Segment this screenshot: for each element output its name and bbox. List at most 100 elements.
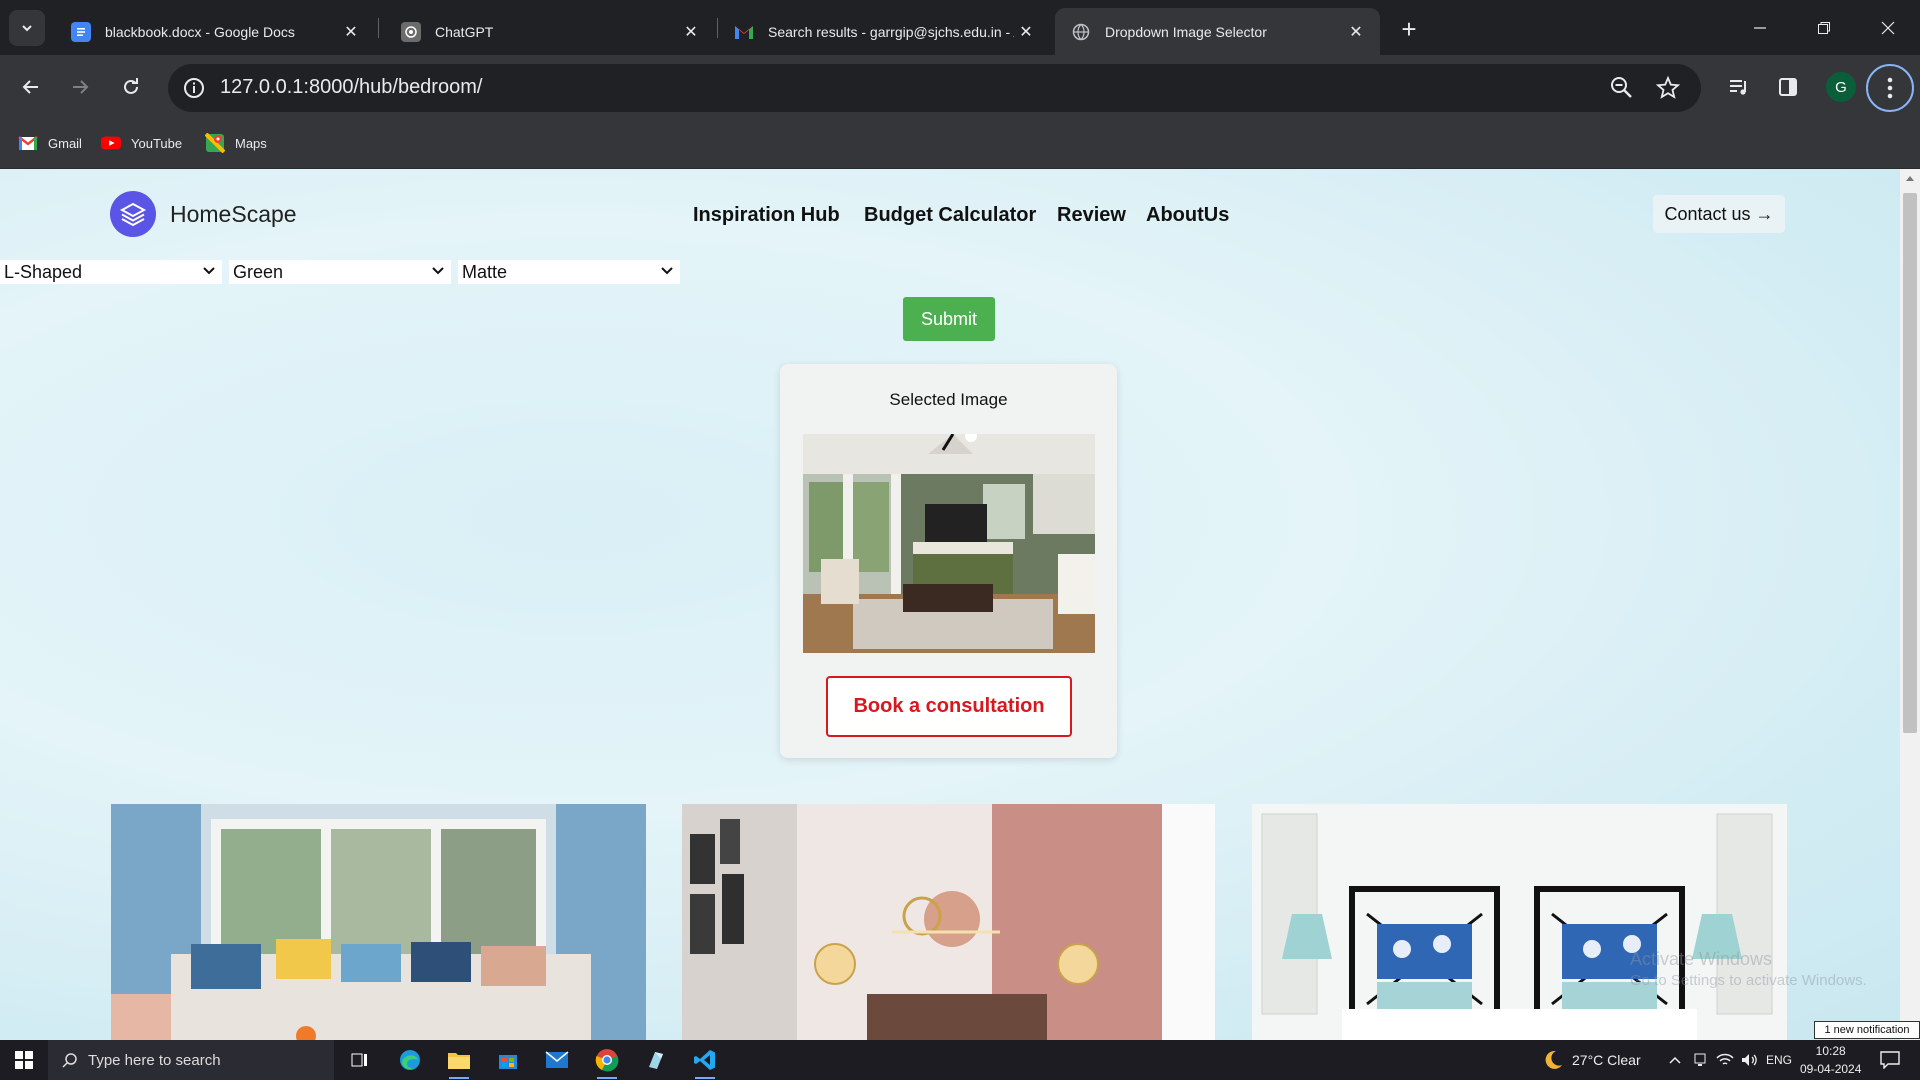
tab-google-docs[interactable]: blackbook.docx - Google Docs ✕	[55, 8, 375, 55]
gallery-image-pink-bedroom[interactable]	[682, 804, 1215, 1040]
close-window-button[interactable]	[1868, 10, 1908, 46]
tab-dropdown-image-selector[interactable]: Dropdown Image Selector ✕	[1055, 8, 1380, 55]
speaker-icon	[1742, 1054, 1757, 1066]
shape-select[interactable]: L-Shaped	[0, 260, 222, 284]
tray-network[interactable]	[1716, 1040, 1734, 1080]
close-icon[interactable]: ✕	[679, 20, 703, 44]
weather-text: 27°C Clear	[1572, 1052, 1641, 1068]
bookmarks-bar: Gmail YouTube Maps	[0, 121, 1920, 169]
taskbar-mail[interactable]	[537, 1044, 577, 1076]
media-control-button[interactable]	[1722, 70, 1756, 104]
nav-about-us[interactable]: AboutUs	[1146, 204, 1229, 227]
windows-taskbar: Type here to search 27°C Clear ENG 10:28…	[0, 1040, 1920, 1080]
google-docs-icon	[71, 21, 91, 42]
tab-strip: blackbook.docx - Google Docs ✕ ChatGPT ✕…	[0, 0, 1920, 55]
tab-chatgpt[interactable]: ChatGPT ✕	[385, 8, 715, 55]
close-icon[interactable]: ✕	[1014, 20, 1038, 44]
contact-us-button[interactable]: Contact us →	[1653, 195, 1785, 233]
search-icon	[62, 1053, 77, 1068]
store-icon	[499, 1055, 517, 1069]
taskbar-store[interactable]	[488, 1044, 528, 1076]
moon-icon	[1545, 1050, 1562, 1069]
zoom-icon[interactable]	[1609, 75, 1635, 101]
layers-icon	[119, 202, 147, 227]
action-center-button[interactable]	[1880, 1040, 1900, 1080]
browser-menu-button[interactable]	[1866, 64, 1914, 112]
nav-inspiration-hub[interactable]: Inspiration Hub	[693, 204, 840, 227]
task-view-button[interactable]	[340, 1044, 380, 1076]
chevron-up-icon	[1669, 1056, 1681, 1064]
tray-overflow-button[interactable]	[1668, 1040, 1682, 1080]
youtube-icon	[101, 133, 121, 153]
page-scrollbar[interactable]	[1900, 169, 1920, 1040]
back-button[interactable]	[14, 70, 48, 104]
bookmark-youtube[interactable]: YouTube	[101, 133, 182, 153]
reload-button[interactable]	[114, 70, 148, 104]
gallery-image-twin-bedroom[interactable]	[1252, 804, 1787, 1040]
playlist-icon	[1730, 80, 1746, 95]
brand-name[interactable]: HomeScape	[170, 201, 297, 228]
tab-title: Search results - garrgip@sjchs.edu.in - …	[768, 23, 1014, 40]
clock-date: 09-04-2024	[1800, 1062, 1862, 1076]
gmail-icon	[18, 133, 38, 153]
chatgpt-icon	[401, 21, 421, 42]
book-consultation-button[interactable]: Book a consultation	[826, 676, 1072, 737]
bookmark-gmail[interactable]: Gmail	[18, 133, 82, 153]
notification-icon	[1880, 1051, 1900, 1069]
bookmark-star-icon[interactable]	[1655, 75, 1681, 101]
submit-button[interactable]: Submit	[903, 297, 995, 341]
clock-time: 10:28	[1815, 1044, 1846, 1058]
taskbar-edge[interactable]	[390, 1044, 430, 1076]
notification-toast[interactable]: 1 new notification	[1814, 1021, 1920, 1039]
select-value: Green	[233, 261, 284, 282]
bookmark-label: Gmail	[48, 135, 82, 151]
taskbar-vscode[interactable]	[685, 1044, 725, 1079]
start-button[interactable]	[4, 1044, 44, 1076]
vscode-icon	[694, 1050, 715, 1070]
language-indicator[interactable]: ENG	[1766, 1040, 1792, 1080]
clock[interactable]: 10:28 09-04-2024	[1800, 1042, 1861, 1078]
tab-search-button[interactable]	[9, 10, 45, 46]
restore-button[interactable]	[1804, 10, 1844, 46]
gallery-image-living-room[interactable]	[111, 804, 646, 1040]
browser-toolbar: 127.0.0.1:8000/hub/bedroom/ G	[0, 55, 1920, 121]
new-tab-button[interactable]: +	[1394, 14, 1424, 44]
scroll-up-icon[interactable]	[1900, 169, 1920, 189]
color-select[interactable]: Green	[229, 260, 451, 284]
taskbar-file-explorer[interactable]	[439, 1044, 479, 1079]
address-bar[interactable]: 127.0.0.1:8000/hub/bedroom/	[168, 64, 1701, 112]
windows-logo-icon	[15, 1051, 33, 1069]
selected-image-card: Selected Image Book a consultation	[780, 364, 1117, 758]
arrow-left-icon	[22, 80, 38, 94]
scrollbar-thumb[interactable]	[1903, 193, 1917, 733]
chevron-down-icon	[203, 267, 215, 275]
tray-volume[interactable]	[1740, 1040, 1758, 1080]
maps-icon	[205, 133, 225, 153]
tray-device[interactable]	[1692, 1040, 1708, 1080]
side-panel-button[interactable]	[1771, 70, 1805, 104]
weather-widget[interactable]: 27°C Clear	[1542, 1040, 1641, 1080]
task-view-icon	[351, 1053, 367, 1067]
finish-select[interactable]: Matte	[458, 260, 680, 284]
info-icon[interactable]	[182, 76, 206, 100]
minimize-button[interactable]	[1740, 10, 1780, 46]
close-icon[interactable]: ✕	[1344, 20, 1368, 44]
search-placeholder: Type here to search	[88, 1051, 221, 1069]
app-icon	[649, 1052, 663, 1069]
close-icon[interactable]: ✕	[339, 20, 363, 44]
tab-separator	[378, 18, 379, 38]
forward-button[interactable]	[63, 70, 97, 104]
reload-icon	[124, 78, 138, 94]
taskbar-search[interactable]: Type here to search	[48, 1040, 334, 1080]
chevron-down-icon	[432, 267, 444, 275]
homescape-logo[interactable]	[110, 191, 156, 237]
folder-icon	[448, 1053, 470, 1069]
tab-gmail[interactable]: Search results - garrgip@sjchs.edu.in - …	[718, 8, 1050, 55]
profile-avatar[interactable]: G	[1826, 72, 1856, 102]
edge-icon	[400, 1050, 420, 1070]
taskbar-chrome[interactable]	[587, 1044, 627, 1079]
nav-review[interactable]: Review	[1057, 204, 1126, 227]
bookmark-maps[interactable]: Maps	[205, 133, 267, 153]
taskbar-app[interactable]	[636, 1044, 676, 1076]
nav-budget-calculator[interactable]: Budget Calculator	[864, 204, 1036, 227]
